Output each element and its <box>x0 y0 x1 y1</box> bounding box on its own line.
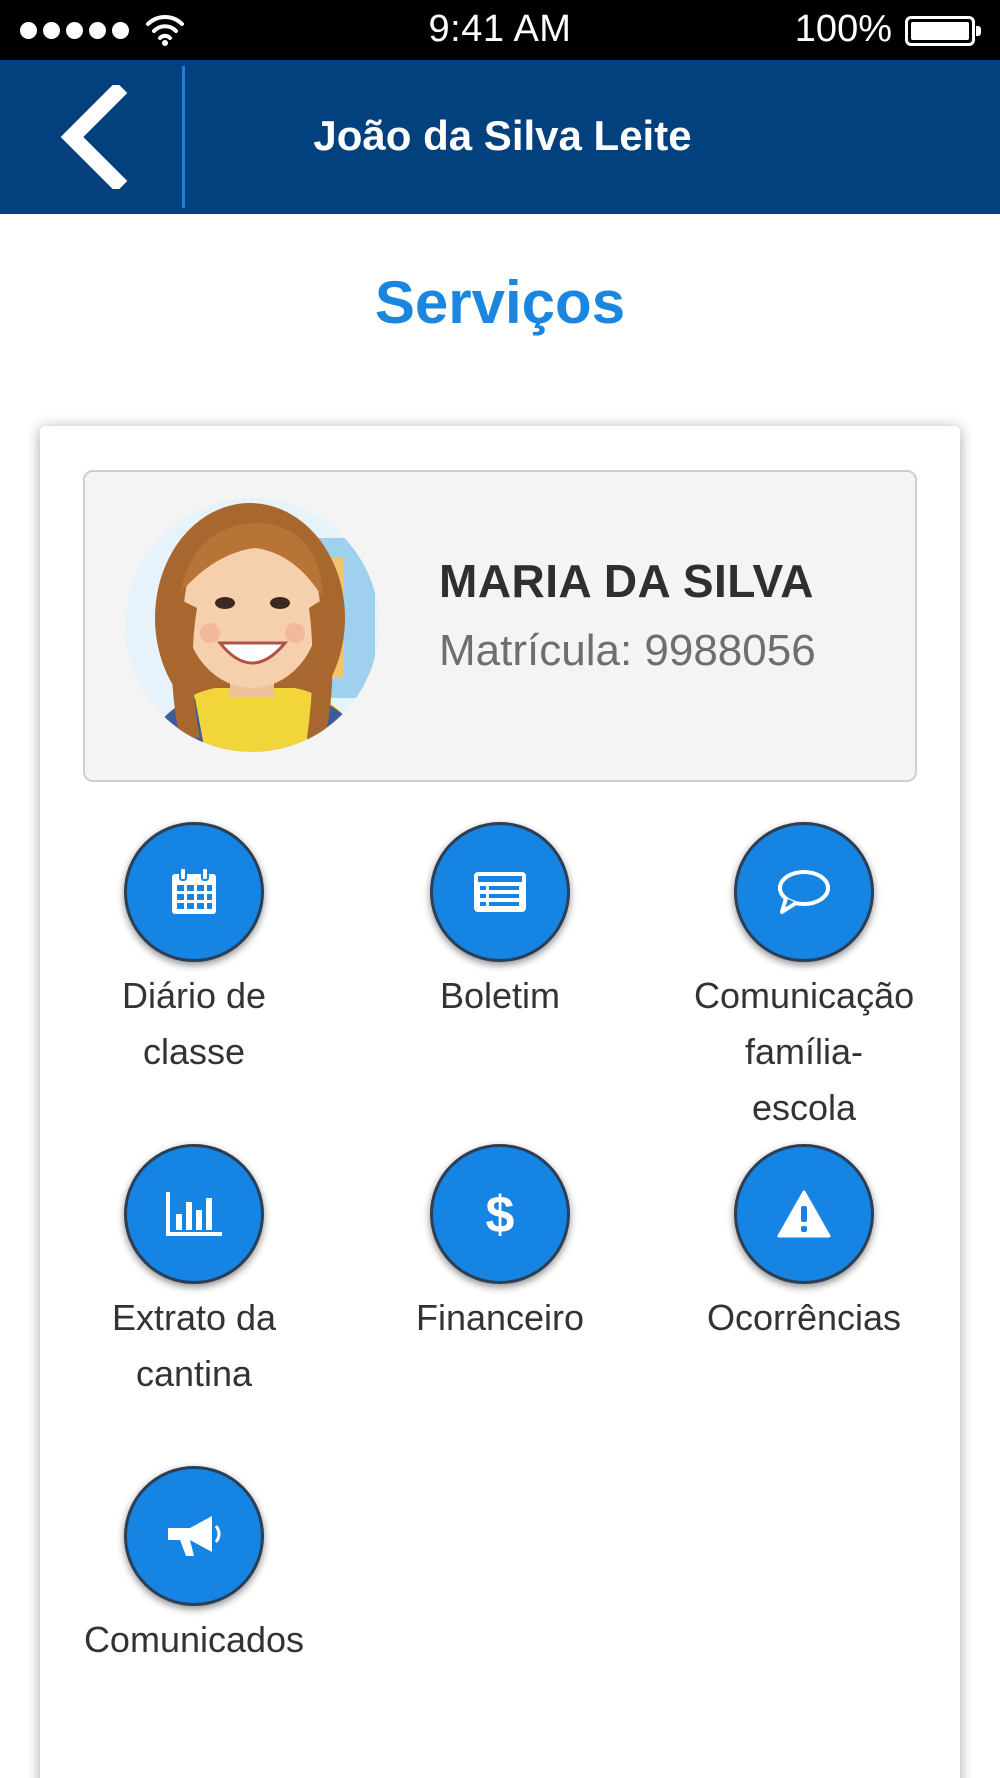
back-button[interactable] <box>0 60 183 214</box>
student-profile-card: MARIA DA SILVA Matrícula: 9988056 <box>83 470 917 782</box>
service-label: Extrato da cantina <box>111 1297 277 1394</box>
service-boletim[interactable]: Boletim <box>360 822 640 1024</box>
service-label: Diário de classe <box>121 975 267 1072</box>
app-header: João da Silva Leite <box>0 60 1000 214</box>
calendar-icon <box>124 822 264 962</box>
megaphone-icon <box>124 1466 264 1606</box>
report-card-icon <box>430 822 570 962</box>
header-title: João da Silva Leite <box>313 112 692 159</box>
chat-bubble-icon <box>734 822 874 962</box>
chevron-left-icon <box>60 85 128 189</box>
service-label: Ocorrências <box>706 1297 902 1338</box>
service-label: Boletim <box>439 975 561 1016</box>
page-title: Serviços <box>374 269 626 336</box>
service-financeiro[interactable]: $ Financeiro <box>360 1144 640 1346</box>
service-comunicacao-familia-escola[interactable]: Comunicação família-escola <box>664 822 944 1136</box>
service-ocorrencias[interactable]: Ocorrências <box>664 1144 944 1346</box>
service-extrato-da-cantina[interactable]: Extrato da cantina <box>54 1144 334 1402</box>
bar-chart-icon <box>124 1144 264 1284</box>
svg-text:$: $ <box>486 1186 515 1242</box>
student-photo <box>125 498 379 752</box>
service-label: Financeiro <box>415 1297 585 1338</box>
dollar-icon: $ <box>430 1144 570 1284</box>
services-card: MARIA DA SILVA Matrícula: 9988056 Diário… <box>40 426 960 1778</box>
student-registration: Matrícula: 9988056 <box>439 626 816 675</box>
service-comunicados[interactable]: Comunicados <box>64 1466 324 1668</box>
student-name: MARIA DA SILVA <box>439 555 814 607</box>
status-bar: 9:41 AM 100% <box>0 0 1000 60</box>
battery-icon <box>905 16 981 46</box>
service-diario-de-classe[interactable]: Diário de classe <box>54 822 334 1080</box>
battery-percentage: 100% <box>794 8 892 50</box>
service-label: Comunicação família-escola <box>694 975 915 1128</box>
avatar <box>125 498 379 752</box>
warning-icon <box>734 1144 874 1284</box>
service-label: Comunicados <box>83 1619 305 1660</box>
